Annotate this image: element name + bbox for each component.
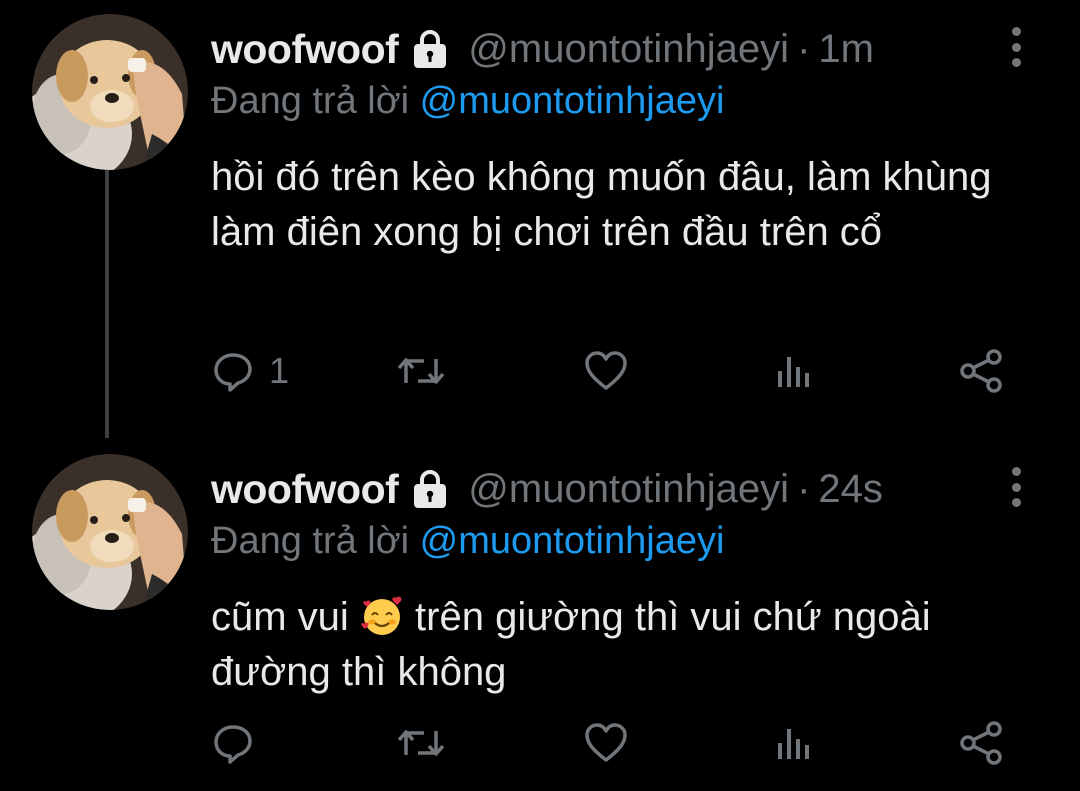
retweet-button[interactable]	[396, 345, 460, 397]
replying-to: Đang trả lời @muontotinhjaeyi	[211, 80, 724, 123]
replying-to-mention-link[interactable]: @muontotinhjaeyi	[420, 80, 725, 122]
display-name[interactable]: woofwoof	[211, 466, 399, 513]
tweet[interactable]: woofwoof @muontotinhjaeyi · 1m Đang trả …	[0, 0, 1080, 420]
retweet-button[interactable]	[396, 717, 460, 769]
user-handle[interactable]: @muontotinhjaeyi	[468, 467, 789, 512]
replying-to-label: Đang trả lời	[211, 520, 410, 562]
tweet-text: hồi đó trên kèo không muốn đâu, làm khùn…	[211, 150, 1051, 260]
views-icon	[778, 729, 809, 759]
user-handle[interactable]: @muontotinhjaeyi	[468, 27, 789, 72]
retweet-icon	[397, 358, 445, 384]
smiling-face-with-hearts-icon	[360, 594, 404, 638]
lock-icon	[408, 467, 452, 511]
share-button[interactable]	[958, 345, 1004, 397]
views-button[interactable]	[774, 345, 828, 397]
tweet[interactable]: woofwoof @muontotinhjaeyi · 24s Đang trả…	[0, 440, 1080, 791]
views-icon	[778, 357, 809, 387]
tweet-header: woofwoof @muontotinhjaeyi · 24s	[211, 463, 883, 515]
share-icon	[960, 349, 1002, 393]
reply-count: 1	[269, 350, 290, 391]
separator-dot: ·	[797, 26, 811, 71]
tweet-header: woofwoof @muontotinhjaeyi · 1m	[211, 23, 874, 75]
separator-dot: ·	[797, 466, 811, 511]
display-name[interactable]: woofwoof	[211, 26, 399, 73]
replying-to-mention-link[interactable]: @muontotinhjaeyi	[420, 520, 725, 562]
like-button[interactable]	[583, 717, 643, 769]
timestamp[interactable]: 24s	[818, 467, 883, 512]
like-button[interactable]	[583, 345, 643, 397]
share-button[interactable]	[958, 717, 1004, 769]
reply-button[interactable]	[211, 717, 269, 769]
replying-to-label: Đang trả lời	[211, 80, 410, 122]
tweet-text-part: cũm vui	[211, 595, 360, 639]
reply-button[interactable]: 1	[211, 345, 289, 397]
lock-icon	[408, 27, 452, 71]
avatar[interactable]	[32, 14, 188, 170]
tweet-text: cũm vui trên giường thì vui chứ ngoài đư…	[211, 590, 1051, 700]
share-icon	[960, 721, 1002, 765]
more-options-icon[interactable]	[1000, 467, 1032, 507]
views-button[interactable]	[774, 717, 828, 769]
heart-icon	[585, 351, 627, 390]
avatar[interactable]	[32, 454, 188, 610]
heart-icon	[585, 723, 627, 762]
tweet-actions: 1	[211, 345, 1021, 397]
retweet-icon	[397, 730, 445, 756]
reply-icon	[214, 353, 252, 392]
reply-icon	[214, 725, 252, 764]
replying-to: Đang trả lời @muontotinhjaeyi	[211, 520, 724, 563]
timestamp[interactable]: 1m	[818, 27, 874, 72]
tweet-text-content: hồi đó trên kèo không muốn đâu, làm khùn…	[211, 155, 992, 254]
tweet-actions	[211, 717, 1021, 769]
more-options-icon[interactable]	[1000, 27, 1032, 67]
